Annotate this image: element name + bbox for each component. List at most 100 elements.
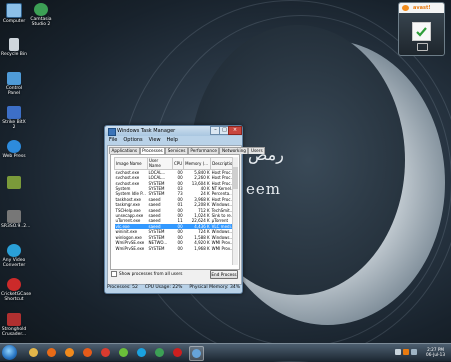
start-button[interactable] [2, 345, 17, 360]
cell-user-name: SYSTEM [148, 245, 165, 251]
tab-users[interactable]: Users [248, 147, 266, 154]
desktop-icon-label: Web Press [2, 154, 26, 159]
camtasia-icon[interactable] [153, 346, 166, 359]
task-manager-icon[interactable] [189, 346, 204, 361]
avast-brand: avast! [413, 5, 431, 11]
show-all-processes-label: Show processes from all users [119, 271, 183, 276]
desktop-icon-camtasia[interactable]: Camtasia Studio 2 [28, 3, 54, 27]
tab-performance[interactable]: Performance [187, 147, 220, 154]
wallpaper-latin-text: eem [246, 180, 281, 198]
utorrent-icon[interactable] [117, 346, 130, 359]
cell-image-name: WmiPrvSE.exe [115, 240, 145, 246]
tray-icon[interactable] [411, 349, 417, 355]
media-player-icon-glyph [47, 348, 56, 357]
game-icon [7, 313, 21, 326]
app-icon [7, 210, 21, 223]
desktop-icon-recycle-bin[interactable]: Recycle Bin [1, 38, 27, 57]
desktop-icon-label: Strike BitX 2 [2, 120, 26, 130]
gadget-monitor-icon[interactable] [417, 43, 428, 51]
media-player-icon[interactable] [45, 346, 58, 359]
avast-gadget[interactable]: avast! [398, 2, 445, 56]
column-header-memory[interactable]: Memory (... [183, 157, 212, 170]
web-icon [7, 140, 21, 153]
control-panel-icon [7, 72, 21, 85]
cell-memory: 1,968 K [194, 245, 210, 251]
table-header-row: Image Name User Name CPU Memory (... Des… [114, 157, 237, 170]
menu-file[interactable]: File [109, 137, 117, 144]
end-process-button[interactable]: End Process [210, 270, 238, 279]
vlc-icon[interactable] [63, 346, 76, 359]
task-manager-icon [108, 128, 116, 136]
table-row[interactable]: WmiPrvSE.exe SYSTEM 00 1,968 K WMI Prov... [115, 246, 237, 251]
desktop-icon-label: Any Video Converter [2, 258, 26, 268]
desktop-icon-label: CricketGCase Shortcut [1, 292, 32, 302]
tab-networking[interactable]: Networking [219, 147, 249, 154]
show-all-processes-checkbox[interactable] [111, 271, 117, 277]
desktop-icon-strike[interactable]: Strike BitX 2 [1, 106, 27, 130]
desktop-icon-label: Computer [2, 19, 26, 24]
avast-logo-icon [402, 5, 409, 11]
window-titlebar[interactable]: Windows Task Manager – □ × [105, 126, 242, 136]
video-converter-icon [7, 244, 21, 257]
tray-icon[interactable] [403, 349, 409, 355]
utorrent-icon-glyph [119, 348, 128, 357]
opera-icon-glyph [173, 348, 182, 357]
desktop-icon-control-panel[interactable]: Control Panel [1, 72, 27, 96]
desktop-icon-cricket[interactable]: CricketGCase Shortcut [1, 278, 32, 302]
menu-help[interactable]: Help [167, 137, 178, 144]
desktop-icon-any-video-converter[interactable]: Any Video Converter [1, 244, 27, 268]
close-button[interactable]: × [228, 126, 242, 135]
skype-icon[interactable] [135, 346, 148, 359]
chrome-icon[interactable] [99, 346, 112, 359]
desktop-icon-label: Control Panel [5, 86, 23, 96]
firefox-icon[interactable] [81, 346, 94, 359]
process-table-body: svchost.exe LOCAL... 00 5,840 K Host Proc...… [114, 169, 237, 251]
tab-services[interactable]: Services [165, 147, 188, 154]
vertical-scrollbar[interactable] [232, 157, 238, 265]
desktop-icon-web-press[interactable]: Web Press [1, 140, 27, 159]
skype-icon-glyph [137, 348, 146, 357]
menu-view[interactable]: View [149, 137, 161, 144]
window-title: Windows Task Manager [117, 128, 176, 134]
firefox-icon-glyph [83, 348, 92, 357]
scrollbar-thumb[interactable] [233, 167, 238, 189]
cricket-icon [7, 278, 21, 291]
desktop-icon-stronghold[interactable]: Stronghold Crusader... [1, 313, 27, 337]
menu-options[interactable]: Options [123, 137, 142, 144]
status-bar: Processes: 52 CPU Usage: 22% Physical Me… [107, 284, 240, 291]
clock[interactable]: 2:27 PM 06-Jul-13 [426, 347, 445, 357]
menu-bar: File Options View Help [107, 137, 242, 144]
computer-icon [6, 3, 22, 18]
process-table: Image Name User Name CPU Memory (... Des… [114, 157, 237, 251]
cell-image-name: WmiPrvSE.exe [115, 245, 145, 251]
recycle-bin-icon [9, 38, 19, 51]
show-all-processes-row[interactable]: Show processes from all users [111, 271, 182, 277]
desktop-icon-label: Stronghold Crusader... [1, 327, 27, 337]
task-manager-icon-glyph [192, 349, 201, 358]
app-icon [7, 106, 21, 119]
opera-icon[interactable] [171, 346, 184, 359]
cell-cpu: 00 [177, 245, 183, 251]
desktop-icon-computer[interactable]: Computer [1, 3, 27, 24]
desktop-icon-app-grid[interactable] [1, 176, 27, 190]
desktop-icon-label: SR3SO.9..2... [1, 224, 31, 229]
explorer-icon[interactable] [27, 346, 40, 359]
desktop-icon-label: Camtasia Studio 2 [30, 17, 52, 27]
column-header-user-name[interactable]: User Name [147, 157, 173, 170]
desktop-icon-sr3so[interactable]: SR3SO.9..2... [1, 210, 31, 229]
status-processes: Processes: 52 [107, 285, 138, 290]
app-grid-icon [7, 176, 21, 189]
avast-gadget-header: avast! [399, 3, 444, 13]
column-header-image-name[interactable]: Image Name [114, 157, 148, 170]
explorer-icon-glyph [29, 348, 38, 357]
task-manager-window[interactable]: Windows Task Manager – □ × File Options … [104, 125, 266, 294]
status-physical-memory: Physical Memory: 34% [189, 285, 240, 290]
taskbar: 2:27 PM 06-Jul-13 [0, 343, 451, 361]
desktop-icon-label: Recycle Bin [1, 52, 27, 57]
tab-applications[interactable]: Applications [109, 147, 140, 154]
clock-date: 06-Jul-13 [426, 352, 445, 357]
camtasia-icon [34, 3, 48, 16]
tray-icon[interactable] [395, 349, 401, 355]
chrome-icon-glyph [101, 348, 110, 357]
column-header-cpu[interactable]: CPU [171, 157, 185, 170]
